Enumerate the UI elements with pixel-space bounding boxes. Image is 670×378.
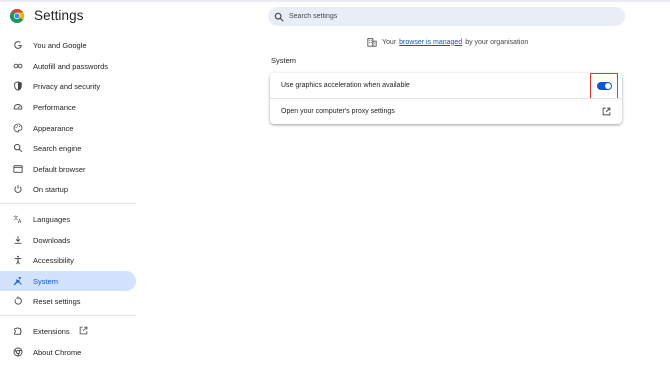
- accessibility-icon: [12, 255, 23, 266]
- external-link-icon[interactable]: [602, 107, 611, 116]
- chrome-logo-icon: [10, 9, 24, 23]
- reset-icon: [12, 296, 23, 307]
- sidebar-item-label: Search engine: [33, 143, 82, 153]
- search-icon: [12, 143, 23, 154]
- proxy-settings-row[interactable]: Open your computer's proxy settings: [270, 99, 622, 124]
- sidebar-item-label: Default browser: [33, 164, 86, 174]
- sidebar-item-accessibility[interactable]: Accessibility: [0, 250, 136, 270]
- google-g-icon: [12, 40, 23, 51]
- chrome-icon: [12, 347, 23, 358]
- sidebar-item-default-browser[interactable]: Default browser: [0, 159, 136, 179]
- sidebar-item-label: System: [33, 276, 59, 286]
- sidebar-item-label: Languages: [33, 214, 71, 224]
- sidebar-item-privacy[interactable]: Privacy and security: [0, 76, 136, 96]
- search-box[interactable]: [268, 7, 625, 26]
- search-input[interactable]: [289, 13, 589, 20]
- svg-text:A: A: [17, 219, 21, 224]
- shield-icon: [12, 81, 23, 92]
- graphics-acceleration-toggle[interactable]: [597, 82, 612, 90]
- palette-icon: [12, 123, 23, 134]
- sidebar-divider: [0, 315, 136, 316]
- sidebar-item-extensions[interactable]: Extensions: [0, 321, 136, 341]
- sidebar-item-label: Accessibility: [33, 255, 74, 265]
- puzzle-icon: [12, 326, 23, 337]
- proxy-settings-label: Open your computer's proxy settings: [281, 108, 395, 115]
- sidebar-item-label: Extensions: [33, 326, 70, 336]
- sidebar-item-you-and-google[interactable]: You and Google: [0, 35, 136, 55]
- managed-notice-prefix: Your: [382, 38, 397, 46]
- sidebar-item-label: Appearance: [33, 123, 74, 133]
- sidebar-item-label: About Chrome: [33, 347, 82, 357]
- sidebar-item-label: On startup: [33, 184, 69, 194]
- sidebar-item-label: Privacy and security: [33, 81, 101, 91]
- sidebar-item-on-startup[interactable]: On startup: [0, 179, 136, 199]
- window-top-edge: [0, 0, 670, 2]
- sidebar-item-about-chrome[interactable]: About Chrome: [0, 342, 136, 362]
- graphics-acceleration-row[interactable]: Use graphics acceleration when available: [270, 73, 622, 99]
- managed-notice: Your browser is managed by your organisa…: [367, 37, 528, 47]
- sidebar-item-reset-settings[interactable]: Reset settings: [0, 291, 136, 311]
- translate-icon: 文A: [12, 214, 23, 225]
- sidebar-item-label: Downloads: [33, 235, 71, 245]
- sidebar-item-label: You and Google: [33, 40, 87, 50]
- sidebar-divider: [0, 203, 136, 204]
- sidebar-item-label: Autofill and passwords: [33, 61, 109, 71]
- key-icon: [12, 61, 23, 72]
- sidebar-item-appearance[interactable]: Appearance: [0, 118, 136, 138]
- power-icon: [12, 184, 23, 195]
- sidebar-item-downloads[interactable]: Downloads: [0, 230, 136, 250]
- browser-window-icon: [12, 164, 23, 175]
- managed-notice-suffix: by your organisation: [465, 38, 529, 46]
- section-title: System: [271, 56, 297, 65]
- sidebar-item-label: Performance: [33, 102, 76, 112]
- building-icon: [367, 38, 377, 47]
- download-icon: [12, 235, 23, 246]
- sidebar-item-label: Reset settings: [33, 296, 81, 306]
- speedometer-icon: [12, 102, 23, 113]
- toggle-knob: [605, 83, 611, 89]
- page-title: Settings: [34, 8, 84, 23]
- graphics-acceleration-label: Use graphics acceleration when available: [281, 82, 410, 89]
- wrench-icon: [12, 276, 23, 287]
- browser-managed-link[interactable]: browser is managed: [399, 39, 462, 46]
- system-settings-card: Use graphics acceleration when available…: [270, 73, 622, 124]
- search-icon: [274, 12, 284, 22]
- sidebar-item-performance[interactable]: Performance: [0, 97, 136, 117]
- sidebar-item-autofill[interactable]: Autofill and passwords: [0, 56, 136, 76]
- sidebar-item-languages[interactable]: 文A Languages: [0, 209, 136, 229]
- sidebar-item-system[interactable]: System: [0, 271, 136, 291]
- sidebar-item-search-engine[interactable]: Search engine: [0, 138, 136, 158]
- external-link-icon: [79, 326, 88, 335]
